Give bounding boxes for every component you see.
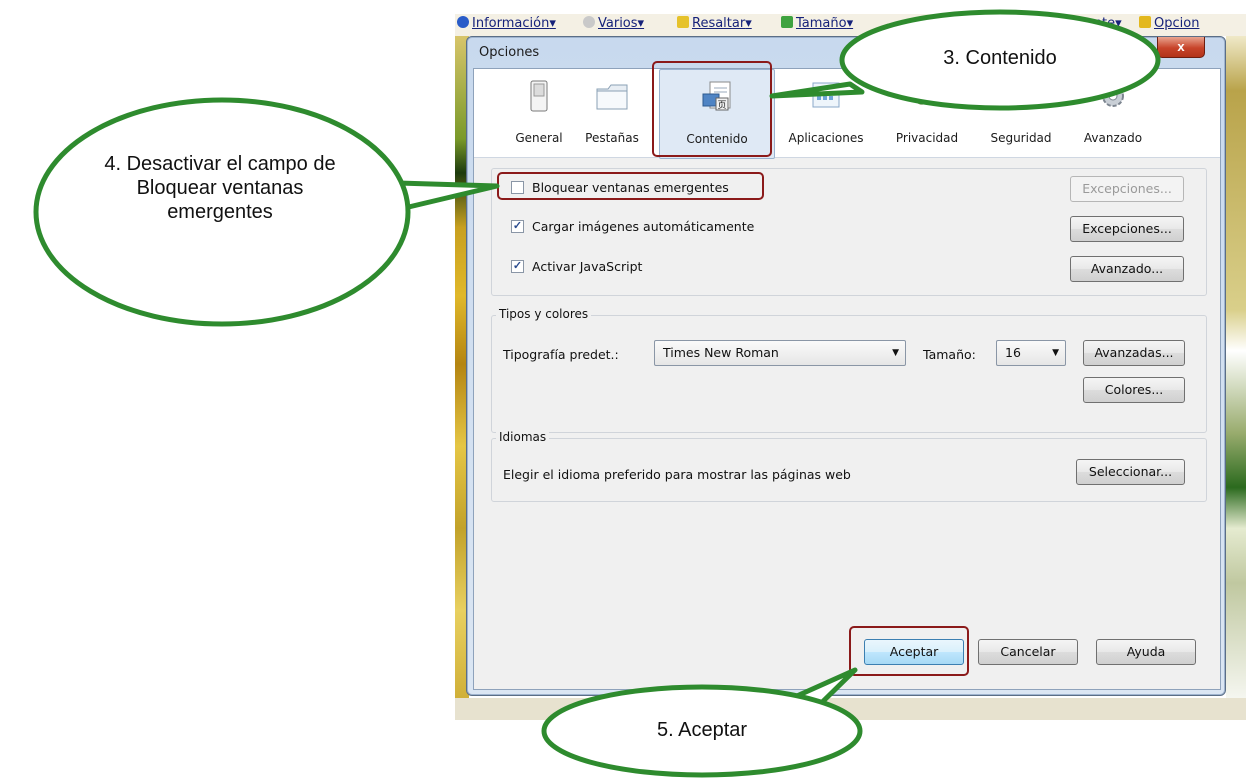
tab-strip: General Pestañas 页 Contenido Aplicacione… — [474, 69, 1220, 159]
tab-pestanas[interactable]: Pestañas — [578, 69, 646, 157]
font-size-select[interactable]: 16 ▼ — [996, 340, 1066, 366]
javascript-advanced-button[interactable]: Avanzado... — [1070, 256, 1184, 282]
resize-icon — [781, 16, 793, 28]
cancel-button[interactable]: Cancelar — [978, 639, 1078, 665]
close-button[interactable]: x — [1157, 37, 1205, 58]
dialog-client-area: General Pestañas 页 Contenido Aplicacione… — [473, 68, 1221, 690]
toolbar-item-tamano[interactable]: Tamaño▾ — [781, 16, 853, 31]
toolbar-item-resaltar[interactable]: Resaltar▾ — [677, 16, 752, 31]
applications-icon — [812, 82, 840, 108]
callout-5-text: 5. Aceptar — [656, 719, 748, 741]
gear-icon — [1102, 85, 1124, 107]
tab-general[interactable]: General — [510, 69, 568, 157]
lock-icon — [1011, 85, 1031, 110]
mask-icon — [912, 91, 942, 105]
toolbar-item-fuente[interactable]: fuente▾ — [1073, 16, 1122, 31]
font-size-label: Tamaño: — [923, 347, 976, 362]
fonts-group-label: Tipos y colores — [496, 307, 592, 321]
popup-exceptions-button[interactable]: Excepciones... — [1070, 176, 1184, 202]
browser-background-bottom — [455, 698, 1246, 720]
javascript-checkbox[interactable]: ✓ — [511, 260, 524, 273]
misc-icon — [583, 16, 595, 28]
default-font-label: Tipografía predet.: — [503, 347, 619, 362]
dropdown-arrow-icon: ▼ — [892, 348, 899, 358]
languages-group-label: Idiomas — [496, 430, 550, 444]
folder-tab-icon — [596, 84, 628, 110]
languages-description: Elegir el idioma preferido para mostrar … — [503, 467, 851, 482]
tab-privacidad[interactable]: Privacidad — [885, 69, 969, 157]
browser-background-right — [1226, 36, 1246, 720]
dialog-title: Opciones — [479, 45, 540, 60]
toolbar-item-opciones[interactable]: Opcion — [1139, 16, 1199, 31]
javascript-label[interactable]: Activar JavaScript — [532, 259, 642, 274]
auto-images-label[interactable]: Cargar imágenes automáticamente — [532, 219, 754, 234]
select-languages-button[interactable]: Seleccionar... — [1076, 459, 1185, 485]
highlight-contenido-tab — [652, 61, 772, 157]
highlight-popup-block — [497, 172, 764, 200]
wrench-icon — [1139, 16, 1151, 28]
default-font-select[interactable]: Times New Roman ▼ — [654, 340, 906, 366]
images-exceptions-button[interactable]: Excepciones... — [1070, 216, 1184, 242]
switch-icon — [530, 80, 548, 112]
close-icon: x — [1177, 39, 1185, 54]
callout-4-text: 4. Desactivar el campo de Bloquear venta… — [104, 153, 336, 223]
fonts-colors-group — [491, 315, 1207, 433]
browser-toolbar: Información▾ Varios▾ Resaltar▾ Tamaño▾ f… — [455, 14, 1246, 36]
help-button[interactable]: Ayuda — [1096, 639, 1196, 665]
toolbar-item-varios[interactable]: Varios▾ — [583, 16, 644, 31]
toolbar-item-informacion[interactable]: Información▾ — [457, 16, 556, 31]
options-dialog: Opciones x General Pestañas 页 Contenido … — [466, 36, 1226, 696]
colors-button[interactable]: Colores... — [1083, 377, 1185, 403]
auto-images-checkbox[interactable]: ✓ — [511, 220, 524, 233]
tab-avanzado[interactable]: Avanzado — [1071, 69, 1155, 157]
fonts-advanced-button[interactable]: Avanzadas... — [1083, 340, 1185, 366]
highlight-accept-button — [849, 626, 969, 676]
dropdown-arrow-icon: ▼ — [1052, 348, 1059, 358]
callout-3-text: 3. Contenido — [943, 47, 1057, 69]
highlighter-icon — [677, 16, 689, 28]
info-icon — [457, 16, 469, 28]
tab-seguridad[interactable]: Seguridad — [979, 69, 1063, 157]
tab-aplicaciones[interactable]: Aplicaciones — [777, 69, 875, 157]
